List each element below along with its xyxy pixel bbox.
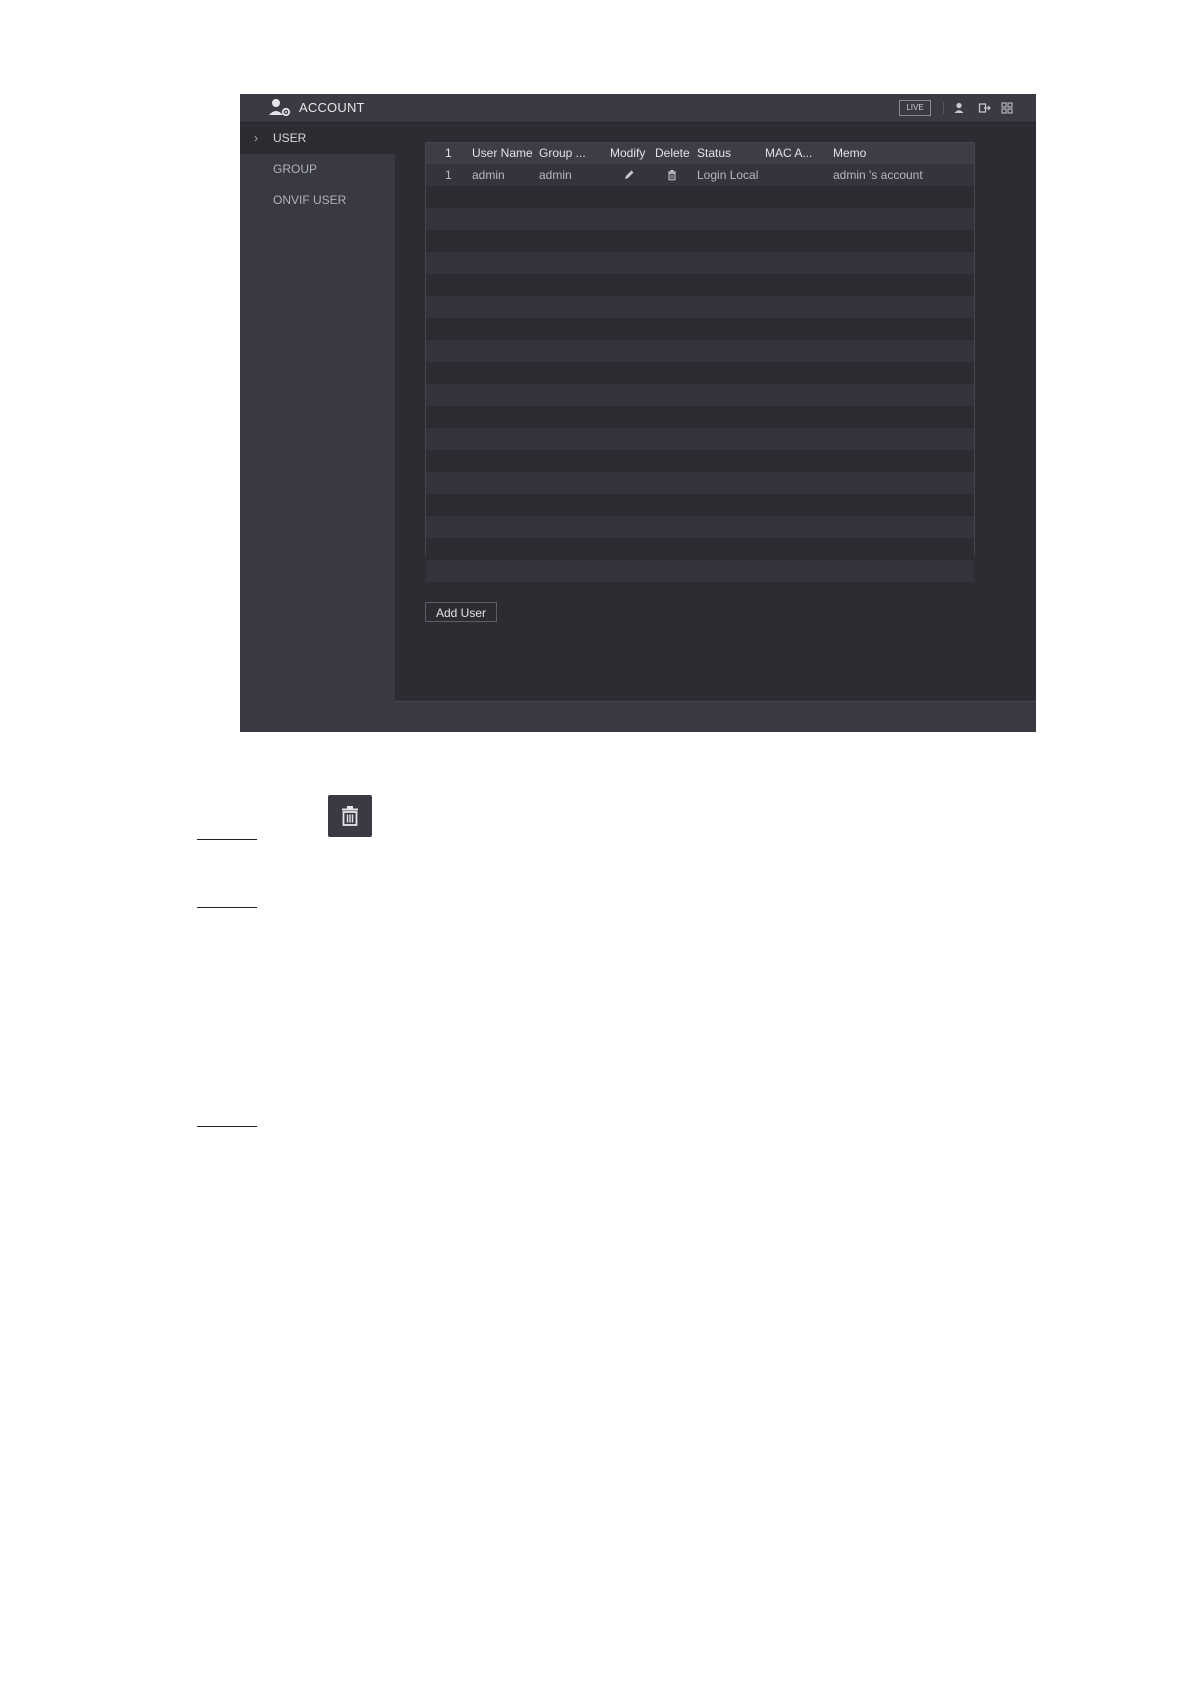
table-row-empty [426, 494, 974, 516]
column-header-memo[interactable]: Memo [833, 143, 953, 164]
row-status: Login Local [697, 168, 759, 182]
user-table: 1 User Name Group ... Modify Delete Stat… [425, 142, 975, 582]
column-header-delete[interactable]: Delete [655, 143, 697, 164]
account-settings-icon [269, 99, 291, 117]
column-header-user-name[interactable]: User Name [472, 143, 537, 164]
table-row-empty [426, 318, 974, 340]
sidebar-item-group[interactable]: GROUP [240, 154, 395, 185]
step-underline [197, 839, 257, 840]
step-underline [197, 1126, 257, 1127]
sidebar-item-user[interactable]: › USER [240, 123, 395, 154]
table-row-empty [426, 560, 974, 582]
chevron-right-icon: › [254, 131, 258, 145]
sidebar-item-label: ONVIF USER [273, 193, 347, 207]
table-row-empty [426, 252, 974, 274]
table-row-empty [426, 538, 974, 560]
window-title: ACCOUNT [299, 100, 365, 115]
table-row-empty [426, 296, 974, 318]
table-row-empty [426, 428, 974, 450]
row-mac [765, 164, 825, 186]
sidebar: › USER GROUP ONVIF USER [240, 123, 395, 732]
column-header-group[interactable]: Group ... [539, 143, 601, 164]
sidebar-item-label: USER [273, 131, 307, 145]
title-bar: ACCOUNT LIVE [240, 94, 1036, 123]
table-row-empty [426, 406, 974, 428]
row-memo: admin 's account [833, 168, 923, 182]
table-row-empty [426, 450, 974, 472]
table-row-empty [426, 186, 974, 208]
live-button[interactable]: LIVE [899, 100, 931, 116]
table-row-empty [426, 516, 974, 538]
table-row-empty [426, 362, 974, 384]
grid-icon[interactable] [1000, 101, 1014, 115]
pencil-icon[interactable] [623, 169, 635, 181]
column-header-mac[interactable]: MAC A... [765, 143, 825, 164]
column-header-status[interactable]: Status [697, 143, 757, 164]
table-row-empty [426, 208, 974, 230]
add-user-button[interactable]: Add User [425, 602, 497, 622]
table-row-empty [426, 274, 974, 296]
table-row-empty [426, 230, 974, 252]
account-window: ACCOUNT LIVE › USER GROUP ONVIF USER 1 U… [240, 94, 1036, 732]
table-row-empty [426, 340, 974, 362]
trash-icon [342, 806, 358, 826]
table-header: 1 User Name Group ... Modify Delete Stat… [426, 143, 974, 164]
sidebar-item-onvif-user[interactable]: ONVIF USER [240, 185, 395, 216]
column-header-modify[interactable]: Modify [610, 143, 652, 164]
column-header-index[interactable]: 1 [445, 143, 465, 164]
toolbar-divider [943, 102, 944, 114]
sidebar-item-label: GROUP [273, 162, 318, 176]
row-group: admin [539, 168, 572, 182]
row-user-name: admin [472, 168, 505, 182]
trash-icon[interactable] [666, 169, 678, 181]
logout-icon[interactable] [978, 101, 992, 115]
user-icon[interactable] [952, 101, 966, 115]
table-row-empty [426, 472, 974, 494]
status-bar [395, 701, 1036, 732]
table-row[interactable]: 1 admin admin Login Local admin 's accou… [426, 164, 974, 186]
trash-button-sample [328, 795, 372, 837]
row-index: 1 [445, 168, 452, 182]
table-row-empty [426, 384, 974, 406]
step-underline [197, 907, 257, 908]
